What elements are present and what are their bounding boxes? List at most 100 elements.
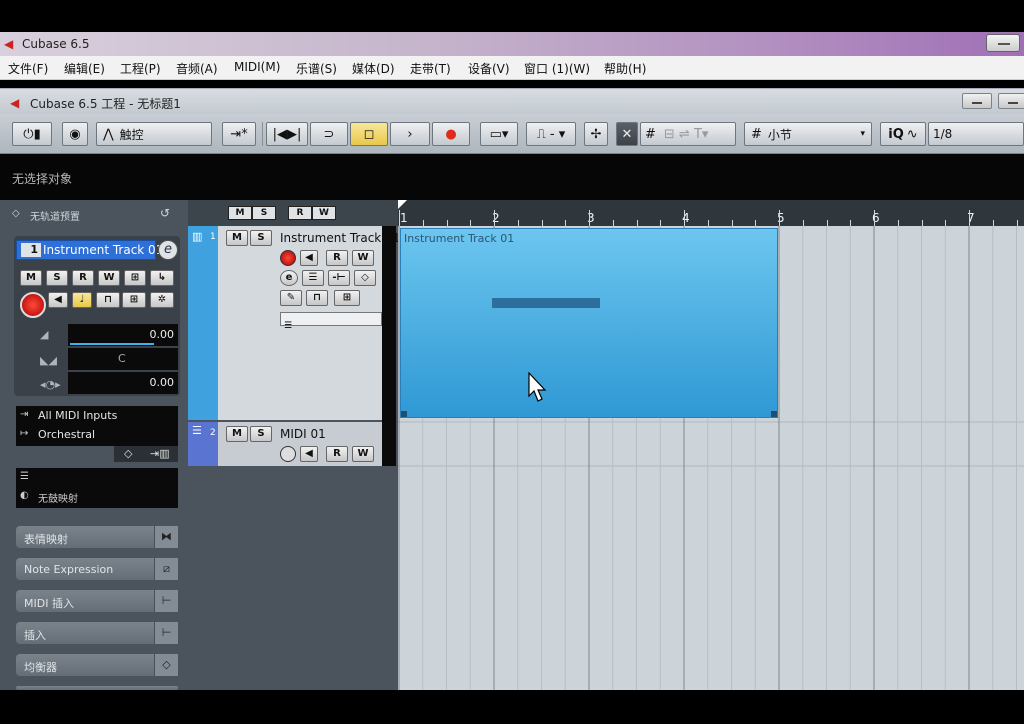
track-write-button[interactable]: W (352, 250, 374, 266)
cycle-button[interactable]: ⊃ (310, 122, 348, 146)
menu-project[interactable]: 工程(P) (120, 60, 161, 77)
global-solo-button[interactable]: S (252, 206, 276, 220)
track-drum-button[interactable]: ⊞ (334, 290, 360, 306)
grid-icon: ⊞ (129, 294, 139, 305)
reload-icon[interactable]: ↺ (160, 206, 170, 220)
project-restore-button[interactable] (998, 93, 1024, 109)
track-row[interactable]: ▥ 1 M S Instrument Track 01 ◀ R W e ☰ -⊢… (188, 226, 400, 420)
color-select[interactable]: ▭▾ (480, 122, 518, 146)
auto-scroll-button[interactable]: ⇥* (222, 122, 256, 146)
track-read-button[interactable]: R (326, 250, 348, 266)
track-edit-button[interactable]: e (280, 270, 298, 286)
global-write-button[interactable]: W (312, 206, 336, 220)
freeze-button[interactable]: ↳ (150, 270, 174, 286)
section-note-expression[interactable]: Note Expression ⧄ (16, 558, 178, 580)
edit-instrument-button[interactable]: e (158, 240, 178, 260)
midi-note[interactable] (492, 298, 600, 308)
nudge-button[interactable]: ✢ (584, 122, 608, 146)
track-solo-button[interactable]: S (250, 426, 272, 442)
mute-button[interactable]: M (20, 270, 42, 286)
snap-zero-button[interactable]: ✕ (616, 122, 638, 146)
activate-project-button[interactable]: ⏻▮ (12, 122, 52, 146)
midi-output-select[interactable]: Orchestral (38, 428, 95, 441)
track-insert-button[interactable]: -⊢ (328, 270, 350, 286)
track-read-button[interactable]: R (326, 446, 348, 462)
lock-button[interactable]: ⊓ (96, 292, 120, 308)
track-write-button[interactable]: W (352, 446, 374, 462)
track-eq-button[interactable]: ◇ (354, 270, 376, 286)
global-mute-button[interactable]: M (228, 206, 252, 220)
solo-button[interactable]: S (46, 270, 68, 286)
marker-select[interactable]: ⎍ - ▾ (526, 122, 576, 146)
timebase-button[interactable]: ♩ (72, 292, 92, 308)
track-program-field[interactable]: ☰ (280, 312, 382, 331)
menu-help[interactable]: 帮助(H) (604, 60, 646, 77)
track-record-button[interactable] (280, 250, 296, 266)
menu-edit[interactable]: 编辑(E) (64, 60, 105, 77)
menu-file[interactable]: 文件(F) (8, 60, 48, 77)
track-monitor-button[interactable]: ◀ (300, 446, 318, 462)
track-number: 1 (210, 232, 216, 242)
grid-type-select[interactable]: # 小节 ▾ (744, 122, 872, 146)
list-icon: ☰ (284, 321, 293, 331)
drum-map-label[interactable]: 无鼓映射 (38, 490, 78, 505)
menu-window[interactable]: 窗口 (1)(W) (524, 60, 590, 77)
section-midi-inserts[interactable]: MIDI 插入 ⊢ (16, 590, 178, 612)
grid-icon: # (751, 126, 762, 142)
play-button[interactable]: › (390, 122, 430, 146)
global-read-button[interactable]: R (288, 206, 312, 220)
track-name[interactable]: MIDI 01 (280, 427, 326, 441)
quantize-select[interactable]: 1/8 (928, 122, 1024, 146)
section-expression-map[interactable]: 表情映射 ⧓ (16, 526, 178, 548)
pan-field[interactable]: C (68, 348, 178, 370)
track-solo-button[interactable]: S (250, 230, 272, 246)
menu-transport[interactable]: 走带(T) (410, 60, 451, 77)
write-button[interactable]: W (98, 270, 120, 286)
constrain-delay-button[interactable]: ◉ (62, 122, 88, 146)
section-inserts[interactable]: 插入 ⊢ (16, 622, 178, 644)
menu-media[interactable]: 媒体(D) (352, 60, 395, 77)
iq-button[interactable]: iQ ∿ (880, 122, 926, 146)
track-mute-button[interactable]: M (226, 426, 248, 442)
record-enable-button[interactable] (20, 292, 46, 318)
minimize-window-button[interactable] (986, 34, 1020, 52)
volume-field[interactable]: 0.00 (68, 324, 178, 346)
snap-options[interactable]: # ⊟ ⇌ T▾ (640, 122, 736, 146)
track-color-strip (188, 226, 218, 420)
inspector-track-name[interactable]: 1 Instrument Track 01 (16, 240, 163, 260)
part-resize-handle[interactable] (771, 411, 777, 417)
menu-audio[interactable]: 音频(A) (176, 60, 218, 77)
track-record-button[interactable] (280, 446, 296, 462)
menu-devices[interactable]: 设备(V) (468, 60, 510, 77)
track-preset-row[interactable]: ◇ 无轨道预置 ↺ (8, 206, 180, 223)
diamond-icon[interactable]: ◇ (124, 447, 132, 460)
project-minimize-button[interactable] (962, 93, 992, 109)
left-locator-icon[interactable] (398, 200, 407, 209)
stop-button[interactable]: ◻ (350, 122, 388, 146)
track-monitor-button[interactable]: ◀ (300, 250, 318, 266)
automation-mode-select[interactable]: ⋀ 触控 (96, 122, 212, 146)
track-row[interactable]: ☰ 2 M S MIDI 01 ◀ R W (188, 422, 382, 466)
midi-input-select[interactable]: All MIDI Inputs (38, 409, 117, 422)
track-lock-button[interactable]: ⊓ (306, 290, 328, 306)
track-mute-button[interactable]: M (226, 230, 248, 246)
lanes-button[interactable]: ⊞ (124, 270, 146, 286)
menu-midi[interactable]: MIDI(M) (234, 60, 280, 74)
settings-button[interactable]: ✲ (150, 292, 174, 308)
part-resize-handle[interactable] (401, 411, 407, 417)
read-button[interactable]: R (72, 270, 94, 286)
track-list-button[interactable]: ☰ (302, 270, 324, 286)
track-list-scrollbar[interactable] (382, 226, 396, 466)
menu-score[interactable]: 乐谱(S) (296, 60, 337, 77)
delay-field[interactable]: 0.00 (68, 372, 178, 394)
record-button[interactable]: ● (432, 122, 470, 146)
section-equalizer[interactable]: 均衡器 ◇ (16, 654, 178, 676)
locate-buttons[interactable]: |◀▶| (266, 122, 308, 146)
monitor-button[interactable]: ◀ (48, 292, 68, 308)
midi-part[interactable]: Instrument Track 01 (400, 228, 778, 418)
timeline-ruler[interactable]: 1 2 3 4 5 6 7 (398, 200, 1024, 226)
cycle-icon: ⊃ (323, 126, 335, 142)
drum-map-button[interactable]: ⊞ (122, 292, 146, 308)
track-pencil-button[interactable]: ✎ (280, 290, 302, 306)
piano-icon[interactable]: ⇥▥ (150, 447, 170, 460)
